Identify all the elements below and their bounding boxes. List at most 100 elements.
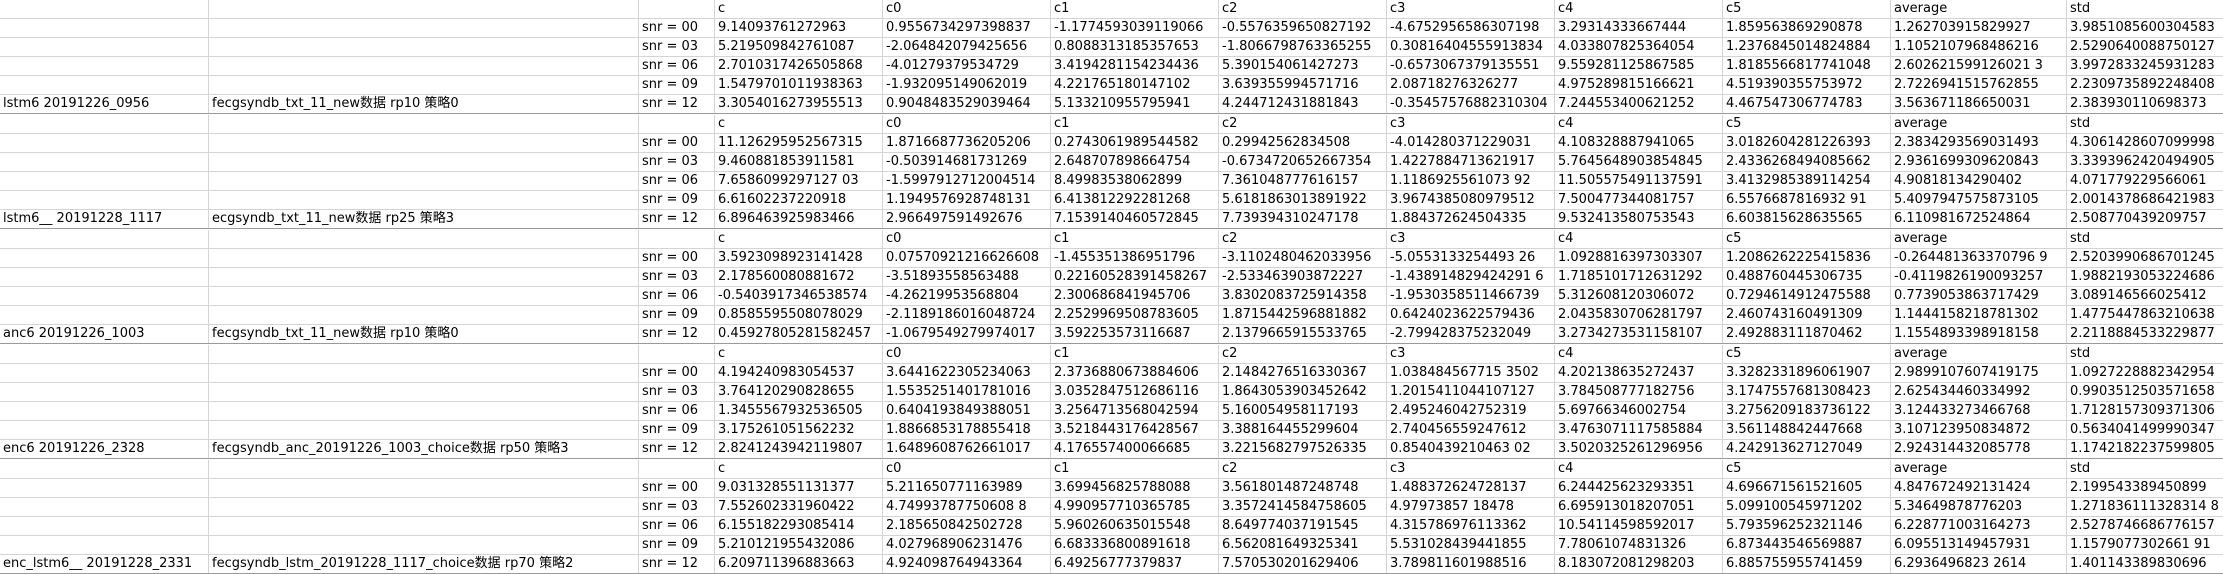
column-header-average[interactable]: average bbox=[1890, 115, 2066, 133]
snr-label-cell[interactable]: snr = 06 bbox=[638, 287, 714, 305]
value-cell-c4[interactable]: 3.29314333667444 bbox=[1554, 19, 1722, 37]
value-cell-c[interactable]: 2.178560080881672 bbox=[714, 268, 882, 286]
value-cell-c1[interactable]: 0.22160528391458267 bbox=[1050, 268, 1218, 286]
column-header-c2[interactable]: c2 bbox=[1218, 345, 1386, 363]
value-cell-c5[interactable]: 5.793596252321146 bbox=[1722, 517, 1890, 535]
value-cell-c3[interactable]: -0.6573067379135551 bbox=[1386, 57, 1554, 75]
column-header-c1[interactable]: c1 bbox=[1050, 115, 1218, 133]
value-cell-c1[interactable]: 3.2564713568042594 bbox=[1050, 402, 1218, 420]
value-cell-c1[interactable]: 3.4194281154234436 bbox=[1050, 57, 1218, 75]
value-cell-c1[interactable]: 7.1539140460572845 bbox=[1050, 210, 1218, 228]
value-cell-c5[interactable]: 1.2086262225415836 bbox=[1722, 249, 1890, 267]
value-cell-std[interactable]: 1.1742182237599805 bbox=[2066, 440, 2223, 458]
value-cell-c2[interactable]: 5.6181863013891922 bbox=[1218, 191, 1386, 209]
snr-label-cell[interactable]: snr = 09 bbox=[638, 191, 714, 209]
value-cell-c4[interactable]: 8.183072081298203 bbox=[1554, 555, 1722, 573]
empty-cell[interactable] bbox=[208, 364, 638, 382]
value-cell-c5[interactable]: 1.859563869290878 bbox=[1722, 19, 1890, 37]
empty-cell[interactable] bbox=[208, 460, 638, 478]
value-cell-c[interactable]: -0.5403917346538574 bbox=[714, 287, 882, 305]
value-cell-std[interactable]: 4.3061428607099998 bbox=[2066, 134, 2223, 152]
value-cell-c5[interactable]: 6.5576687816932 91 bbox=[1722, 191, 1890, 209]
value-cell-average[interactable]: 1.1554893398918158 bbox=[1890, 325, 2066, 343]
value-cell-average[interactable]: 6.228771003164273 bbox=[1890, 517, 2066, 535]
column-header-c4[interactable]: c4 bbox=[1554, 230, 1722, 248]
snr-label-cell[interactable]: snr = 12 bbox=[638, 440, 714, 458]
value-cell-c2[interactable]: 0.29942562834508 bbox=[1218, 134, 1386, 152]
value-cell-c0[interactable]: -1.0679549279974017 bbox=[882, 325, 1050, 343]
value-cell-c5[interactable]: 2.4336268494085662 bbox=[1722, 153, 1890, 171]
value-cell-c4[interactable]: 4.033807825364054 bbox=[1554, 38, 1722, 56]
value-cell-average[interactable]: 4.847672492131424 bbox=[1890, 479, 2066, 497]
empty-cell[interactable] bbox=[208, 153, 638, 171]
value-cell-c3[interactable]: -0.35457576882310304 bbox=[1386, 95, 1554, 113]
value-cell-c0[interactable]: -3.51893558563488 bbox=[882, 268, 1050, 286]
value-cell-c0[interactable]: -2.064842079425656 bbox=[882, 38, 1050, 56]
value-cell-c0[interactable]: -4.01279379534729 bbox=[882, 57, 1050, 75]
value-cell-c1[interactable]: 2.3736880673884606 bbox=[1050, 364, 1218, 382]
value-cell-average[interactable]: 4.90818134290402 bbox=[1890, 172, 2066, 190]
column-header-std[interactable]: std bbox=[2066, 345, 2223, 363]
value-cell-c0[interactable]: 1.6489608762661017 bbox=[882, 440, 1050, 458]
value-cell-c4[interactable]: 9.559281125867585 bbox=[1554, 57, 1722, 75]
column-header-average[interactable]: average bbox=[1890, 460, 2066, 478]
value-cell-c5[interactable]: 1.8185566817741048 bbox=[1722, 57, 1890, 75]
empty-cell[interactable] bbox=[208, 287, 638, 305]
value-cell-c5[interactable]: 4.242913627127049 bbox=[1722, 440, 1890, 458]
snr-label-cell[interactable]: snr = 12 bbox=[638, 555, 714, 573]
value-cell-average[interactable]: 2.924314432085778 bbox=[1890, 440, 2066, 458]
snr-label-cell[interactable]: snr = 00 bbox=[638, 479, 714, 497]
empty-cell[interactable] bbox=[208, 402, 638, 420]
value-cell-average[interactable]: 3.563671186650031 bbox=[1890, 95, 2066, 113]
value-cell-c3[interactable]: 0.30816404555913834 bbox=[1386, 38, 1554, 56]
value-cell-c5[interactable]: 6.885755955741459 bbox=[1722, 555, 1890, 573]
value-cell-c0[interactable]: 2.185650842502728 bbox=[882, 517, 1050, 535]
value-cell-c[interactable]: 6.896463925983466 bbox=[714, 210, 882, 228]
value-cell-c2[interactable]: 1.8643053903452642 bbox=[1218, 383, 1386, 401]
value-cell-c2[interactable]: 8.649774037191545 bbox=[1218, 517, 1386, 535]
empty-cell[interactable] bbox=[0, 134, 208, 152]
value-cell-c0[interactable]: -1.5997912712004514 bbox=[882, 172, 1050, 190]
value-cell-std[interactable]: 1.7128157309371306 bbox=[2066, 402, 2223, 420]
value-cell-std[interactable]: 2.5290640088750127 bbox=[2066, 38, 2223, 56]
value-cell-c4[interactable]: 7.500477344081757 bbox=[1554, 191, 1722, 209]
value-cell-c1[interactable]: 5.960260635015548 bbox=[1050, 517, 1218, 535]
value-cell-c4[interactable]: 3.4763071117585884 bbox=[1554, 421, 1722, 439]
value-cell-std[interactable]: 1.271836111328314 8 bbox=[2066, 498, 2223, 516]
column-header-c2[interactable]: c2 bbox=[1218, 0, 1386, 18]
value-cell-c[interactable]: 3.5923098923141428 bbox=[714, 249, 882, 267]
empty-cell[interactable] bbox=[0, 383, 208, 401]
value-cell-c0[interactable]: 0.07570921216626608 bbox=[882, 249, 1050, 267]
value-cell-c4[interactable]: 7.78061074831326 bbox=[1554, 536, 1722, 554]
snr-label-cell[interactable]: snr = 03 bbox=[638, 268, 714, 286]
value-cell-c4[interactable]: 2.0435830706281797 bbox=[1554, 306, 1722, 324]
column-header-c1[interactable]: c1 bbox=[1050, 460, 1218, 478]
snr-label-cell[interactable]: snr = 03 bbox=[638, 383, 714, 401]
value-cell-std[interactable]: 2.5203990686701245 bbox=[2066, 249, 2223, 267]
value-cell-c1[interactable]: 3.592253573116687 bbox=[1050, 325, 1218, 343]
value-cell-c3[interactable]: 1.4227884713621917 bbox=[1386, 153, 1554, 171]
empty-cell[interactable] bbox=[638, 115, 714, 133]
value-cell-c2[interactable]: 5.160054958117193 bbox=[1218, 402, 1386, 420]
value-cell-c[interactable]: 5.210121955432086 bbox=[714, 536, 882, 554]
value-cell-c1[interactable]: 6.49256777379837 bbox=[1050, 555, 1218, 573]
value-cell-c1[interactable]: 2.648707898664754 bbox=[1050, 153, 1218, 171]
value-cell-c5[interactable]: 3.4132985389114254 bbox=[1722, 172, 1890, 190]
empty-cell[interactable] bbox=[208, 230, 638, 248]
value-cell-c5[interactable]: 3.0182604281226393 bbox=[1722, 134, 1890, 152]
column-header-c3[interactable]: c3 bbox=[1386, 460, 1554, 478]
empty-cell[interactable] bbox=[208, 383, 638, 401]
value-cell-c3[interactable]: 2.495246042752319 bbox=[1386, 402, 1554, 420]
column-header-std[interactable]: std bbox=[2066, 230, 2223, 248]
value-cell-c1[interactable]: 3.0352847512686116 bbox=[1050, 383, 1218, 401]
value-cell-c3[interactable]: 1.884372624504335 bbox=[1386, 210, 1554, 228]
empty-cell[interactable] bbox=[0, 153, 208, 171]
value-cell-c2[interactable]: 3.8302083725914358 bbox=[1218, 287, 1386, 305]
column-header-c2[interactable]: c2 bbox=[1218, 230, 1386, 248]
empty-cell[interactable] bbox=[0, 76, 208, 94]
value-cell-std[interactable]: 3.3393962420494905 bbox=[2066, 153, 2223, 171]
value-cell-average[interactable]: 1.262703915829927 bbox=[1890, 19, 2066, 37]
value-cell-c[interactable]: 9.031328551131377 bbox=[714, 479, 882, 497]
snr-label-cell[interactable]: snr = 03 bbox=[638, 498, 714, 516]
value-cell-c0[interactable]: -1.932095149062019 bbox=[882, 76, 1050, 94]
